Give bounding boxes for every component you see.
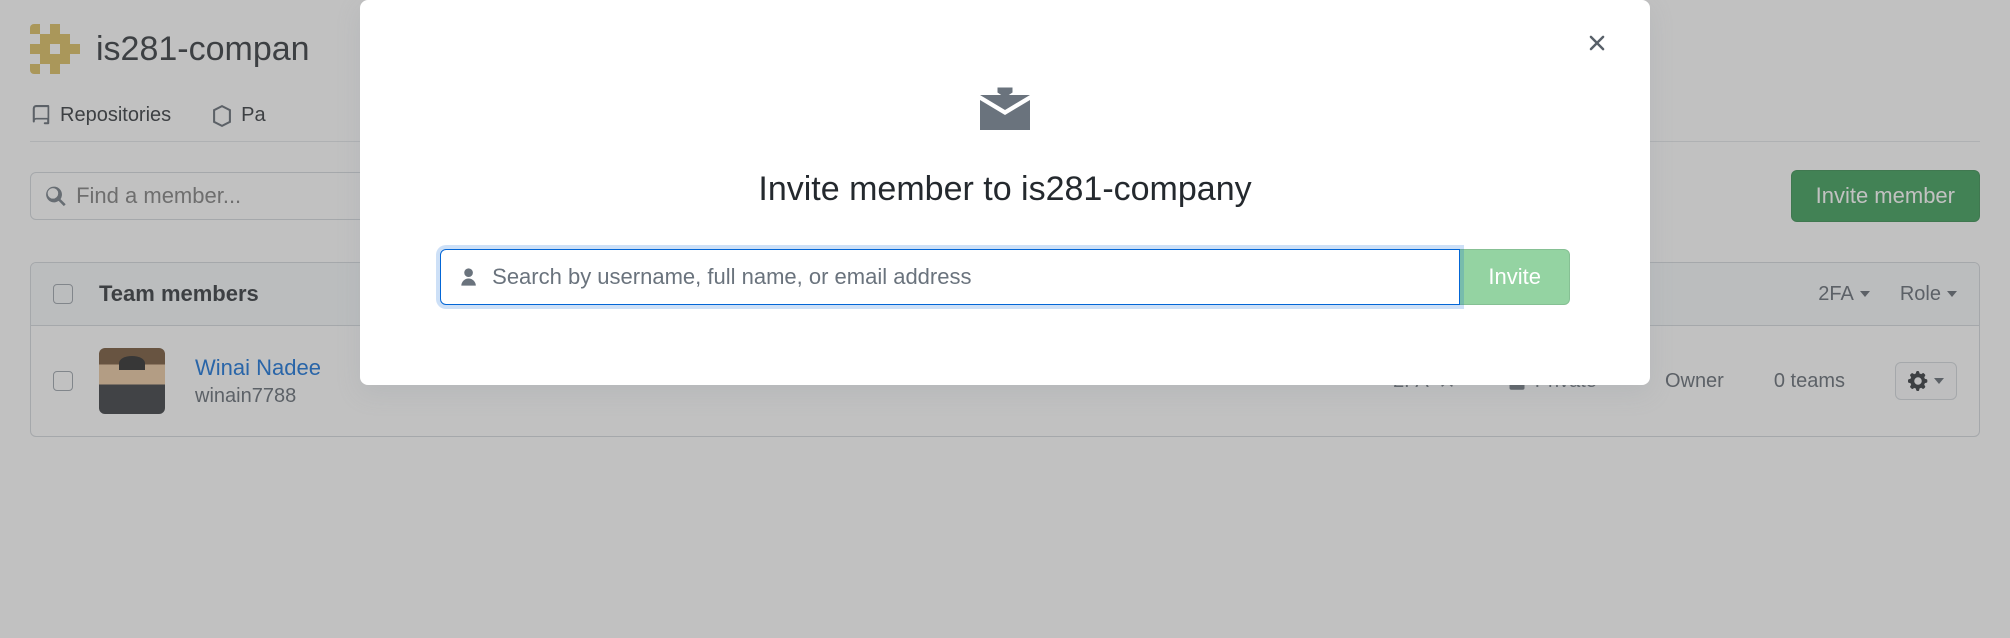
close-icon (1584, 30, 1610, 56)
modal-title: Invite member to is281-company (440, 170, 1570, 209)
person-icon (457, 265, 480, 289)
modal-overlay[interactable]: Invite member to is281-company Invite (0, 0, 2010, 638)
modal-close-button[interactable] (1584, 30, 1610, 61)
modal-form: Invite (440, 249, 1570, 305)
modal-search-input[interactable] (492, 264, 1443, 290)
modal-invite-button[interactable]: Invite (1460, 249, 1570, 305)
modal-search-wrap[interactable] (440, 249, 1460, 305)
envelope-icon (440, 80, 1570, 140)
invite-modal: Invite member to is281-company Invite (360, 0, 1650, 385)
